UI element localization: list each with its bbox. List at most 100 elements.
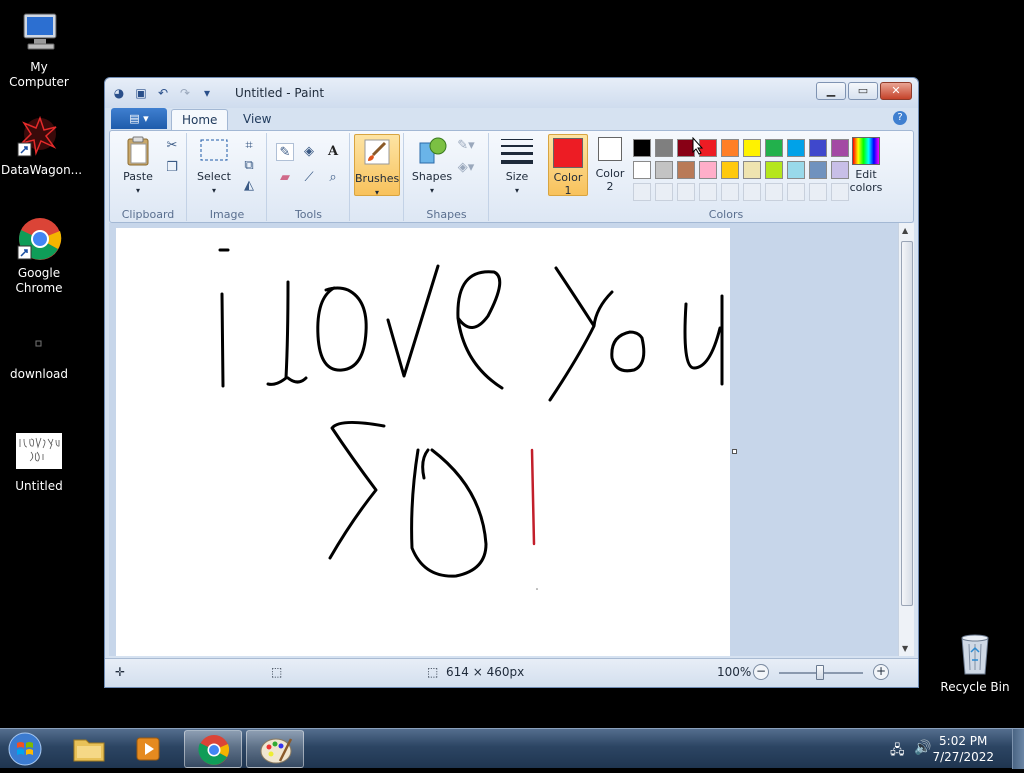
scroll-up-icon[interactable]: ▲: [902, 226, 908, 235]
taskbar-chrome[interactable]: [184, 730, 242, 768]
edit-colors-button[interactable]: Edit colors: [846, 137, 886, 194]
custom-color-slot[interactable]: [633, 183, 651, 201]
color2-swatch: [598, 137, 622, 161]
ribbon: Paste ▾ ✂ ❐ Clipboard Select ▾ ⌗ ⧉ ◭ Image…: [109, 130, 914, 223]
outline-icon[interactable]: ✎▾: [457, 137, 475, 155]
scrollbar-thumb[interactable]: [901, 241, 913, 606]
colors-group-label: Colors: [708, 208, 744, 221]
fill-shape-icon[interactable]: ◈▾: [457, 159, 475, 177]
clock[interactable]: 5:02 PM 7/27/2022: [932, 733, 994, 765]
network-icon[interactable]: 🖧: [890, 741, 905, 763]
color-swatch[interactable]: [699, 161, 717, 179]
show-desktop-button[interactable]: [1012, 729, 1024, 769]
desktop-icon-my-computer[interactable]: My Computer: [1, 10, 77, 90]
taskbar-paint[interactable]: [246, 730, 304, 768]
desktop-icon-recycle-bin[interactable]: Recycle Bin: [937, 630, 1013, 695]
help-icon[interactable]: ?: [893, 111, 907, 125]
color-swatch[interactable]: [721, 161, 739, 179]
desktop-icon-label: Recycle Bin: [940, 680, 1010, 694]
resize-icon[interactable]: ⧉: [240, 157, 258, 175]
customize-toolbar-icon[interactable]: ▾: [199, 85, 215, 101]
redo-icon[interactable]: ↷: [177, 85, 193, 101]
color-picker-icon[interactable]: ⟋: [300, 169, 318, 187]
color-swatch[interactable]: [655, 161, 673, 179]
volume-icon[interactable]: 🔊: [914, 740, 931, 756]
color-swatch[interactable]: [809, 139, 827, 157]
canvas-resize-handle[interactable]: [732, 449, 737, 454]
scroll-down-icon[interactable]: ▼: [902, 644, 908, 653]
undo-icon[interactable]: ↶: [155, 85, 171, 101]
copy-icon[interactable]: ❐: [163, 159, 181, 177]
custom-color-slot[interactable]: [699, 183, 717, 201]
custom-color-slot[interactable]: [721, 183, 739, 201]
taskbar-explorer[interactable]: [60, 730, 118, 768]
color-swatch[interactable]: [765, 161, 783, 179]
magnifier-icon[interactable]: ⌕: [324, 169, 342, 187]
brushes-button[interactable]: Brushes ▾: [354, 134, 400, 197]
zoom-out-button[interactable]: −: [753, 664, 769, 680]
color-swatch[interactable]: [655, 139, 673, 157]
paste-icon: [122, 135, 154, 167]
shapes-icon: [416, 135, 448, 167]
close-button[interactable]: ✕: [880, 82, 912, 100]
desktop-icon-google-chrome[interactable]: Google Chrome: [1, 216, 77, 296]
media-player-icon: [136, 737, 160, 761]
shapes-group-label: Shapes: [426, 208, 467, 221]
pencil-icon[interactable]: ✎: [276, 143, 294, 161]
minimize-button[interactable]: ▁: [816, 82, 846, 100]
datawagon-icon: [16, 113, 62, 159]
zoom-slider-thumb[interactable]: [816, 665, 824, 680]
save-icon[interactable]: ▣: [133, 85, 149, 101]
desktop-icon-datawagon[interactable]: DataWagon...: [1, 113, 82, 178]
color-swatch[interactable]: [721, 139, 739, 157]
maximize-button[interactable]: ▭: [848, 82, 878, 100]
color-swatch[interactable]: [677, 161, 695, 179]
color1-button[interactable]: Color 1: [548, 134, 588, 197]
zoom-slider[interactable]: [779, 665, 863, 680]
color-swatch[interactable]: [743, 161, 761, 179]
desktop-icon-download[interactable]: download: [1, 325, 77, 382]
start-button[interactable]: [6, 731, 44, 767]
custom-color-slot[interactable]: [809, 183, 827, 201]
color-swatch[interactable]: [787, 161, 805, 179]
custom-color-slot[interactable]: [655, 183, 673, 201]
select-button[interactable]: Select ▾: [194, 135, 234, 197]
crop-icon[interactable]: ⌗: [240, 137, 258, 155]
custom-color-slot[interactable]: [743, 183, 761, 201]
drawing-strokes: [218, 248, 724, 590]
color-swatch[interactable]: [633, 139, 651, 157]
color-swatch[interactable]: [633, 161, 651, 179]
size-button[interactable]: Size ▾: [496, 135, 538, 197]
custom-color-slot[interactable]: [787, 183, 805, 201]
title-bar[interactable]: ◕ ▣ ↶ ↷ ▾ Untitled - Paint ▁ ▭ ✕: [105, 78, 918, 108]
drawing-canvas[interactable]: [116, 228, 730, 656]
image-group-label: Image: [209, 208, 245, 221]
vertical-scrollbar[interactable]: ▲ ▼: [898, 223, 914, 656]
desktop-icon-label: Google Chrome: [15, 266, 63, 295]
custom-color-slot[interactable]: [765, 183, 783, 201]
color2-button[interactable]: Color 2: [591, 137, 629, 193]
custom-color-slot[interactable]: [677, 183, 695, 201]
status-bar: ✛ ⬚ ⬚ 614 × 460px 100% − +: [105, 658, 918, 687]
file-icon: [16, 325, 62, 355]
color-swatch[interactable]: [809, 161, 827, 179]
tab-view[interactable]: View: [233, 109, 281, 130]
desktop-icon-untitled[interactable]: Untitled: [1, 433, 77, 494]
rotate-icon[interactable]: ◭: [240, 177, 258, 195]
taskbar-media-player[interactable]: [120, 730, 178, 768]
line-size-icon: [501, 135, 533, 167]
eraser-icon[interactable]: ▰: [276, 169, 294, 187]
file-menu-button[interactable]: ▤ ▾: [111, 108, 167, 129]
color-swatch[interactable]: [765, 139, 783, 157]
paint-app-icon[interactable]: ◕: [111, 85, 127, 101]
chrome-icon: [16, 216, 62, 262]
paste-button[interactable]: Paste ▾: [118, 135, 158, 197]
color-swatch[interactable]: [787, 139, 805, 157]
text-icon[interactable]: A: [324, 143, 342, 161]
cut-icon[interactable]: ✂: [163, 137, 181, 155]
zoom-in-button[interactable]: +: [873, 664, 889, 680]
tab-home[interactable]: Home: [171, 109, 229, 130]
color-swatch[interactable]: [743, 139, 761, 157]
fill-icon[interactable]: ◈: [300, 143, 318, 161]
shapes-button[interactable]: Shapes ▾: [410, 135, 454, 197]
